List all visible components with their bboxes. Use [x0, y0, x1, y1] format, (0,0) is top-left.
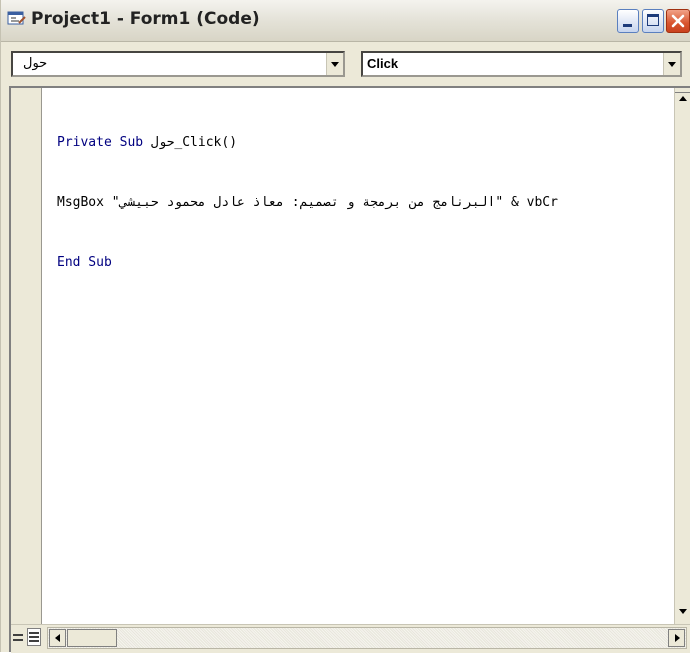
code-rest: حول_Click() [150, 135, 238, 150]
vb-code-window-icon [7, 11, 26, 25]
object-combo-dropdown-button[interactable] [326, 53, 343, 75]
scroll-left-button[interactable] [49, 629, 66, 647]
code-rest: MsgBox "البرنامج من برمجة و تصميم: معاذ … [57, 195, 558, 210]
code-keyword: Private Sub [57, 135, 151, 150]
code-line[interactable]: Private Sub حول_Click() [57, 133, 558, 153]
full-module-view-button[interactable] [27, 628, 41, 646]
minimize-button[interactable] [617, 9, 639, 33]
horizontal-scroll-thumb[interactable] [67, 629, 117, 647]
code-keyword: End Sub [57, 255, 112, 270]
code-line[interactable]: MsgBox "البرنامج من برمجة و تصميم: معاذ … [57, 193, 558, 213]
procedure-view-button[interactable] [11, 628, 25, 646]
horizontal-scrollbar[interactable] [47, 627, 687, 649]
close-icon [671, 14, 685, 28]
scroll-right-button[interactable] [668, 629, 685, 647]
window-title: Project1 - Form1 (Code) [31, 9, 260, 29]
procedure-view-icon-line [13, 639, 23, 641]
full-module-view-icon-line [29, 640, 39, 642]
maximize-button[interactable] [642, 9, 664, 33]
object-combo[interactable]: حول [11, 51, 345, 77]
procedure-view-icon [13, 634, 23, 636]
scroll-up-icon[interactable] [679, 96, 687, 101]
procedure-combo-dropdown-button[interactable] [663, 53, 680, 75]
scrollbar-track-top [675, 92, 690, 93]
margin-indicator-bar[interactable] [11, 88, 42, 624]
procedure-combo-value: Click [367, 56, 399, 71]
code-window: Project1 - Form1 (Code) حول Click Privat… [0, 0, 690, 653]
close-button[interactable] [666, 9, 690, 33]
scroll-down-icon[interactable] [679, 609, 687, 614]
bottom-bar [11, 624, 690, 653]
vertical-scrollbar[interactable] [674, 88, 690, 624]
title-bar[interactable]: Project1 - Form1 (Code) [1, 0, 690, 42]
object-combo-value: حول [23, 56, 48, 71]
code-text[interactable]: Private Sub حول_Click() MsgBox "البرنامج… [57, 93, 558, 313]
full-module-view-icon [29, 632, 39, 634]
code-line[interactable]: End Sub [57, 253, 558, 273]
code-editor[interactable]: Private Sub حول_Click() MsgBox "البرنامج… [9, 86, 690, 653]
procedure-combo[interactable]: Click [361, 51, 682, 77]
full-module-view-icon-line [29, 636, 39, 638]
